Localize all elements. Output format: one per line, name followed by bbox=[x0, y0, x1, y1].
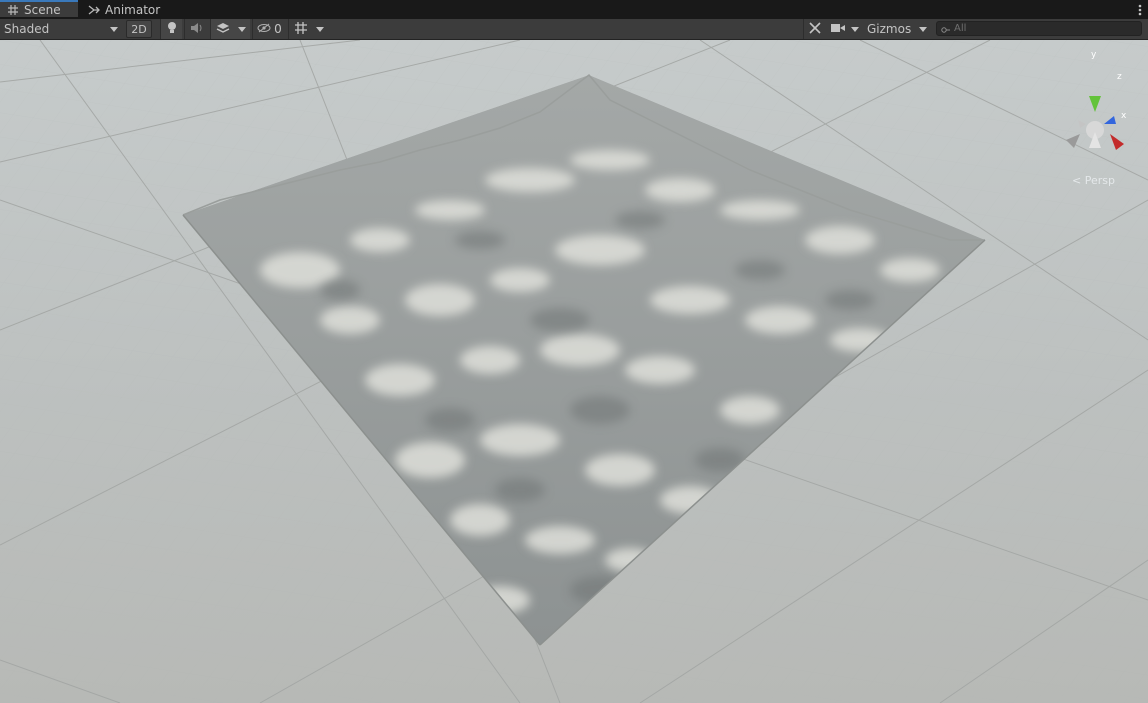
eye-hidden-icon bbox=[257, 22, 271, 36]
search-box[interactable] bbox=[936, 21, 1142, 36]
search-icon bbox=[941, 19, 951, 38]
chevron-down-icon bbox=[919, 26, 927, 32]
grid-toggle-button[interactable] bbox=[288, 19, 312, 39]
axis-label-x: x bbox=[1121, 111, 1127, 121]
shading-mode-dropdown[interactable]: Shaded bbox=[0, 19, 122, 39]
speaker-icon bbox=[190, 22, 204, 37]
effects-toggle-button[interactable] bbox=[210, 19, 234, 39]
scene-viewport[interactable]: y z x < Persp bbox=[0, 40, 1148, 703]
axis-label-y: y bbox=[1091, 50, 1097, 60]
effects-dropdown[interactable] bbox=[234, 19, 250, 39]
camera-icon bbox=[830, 22, 846, 36]
scene-render: y z x bbox=[0, 40, 1148, 703]
gizmos-dropdown[interactable]: Gizmos bbox=[863, 19, 931, 39]
layers-icon bbox=[216, 22, 230, 37]
scene-toolbar: Shaded 2D 0 Gizmos All bbox=[0, 19, 1148, 40]
more-options-icon[interactable] bbox=[1138, 2, 1142, 16]
audio-toggle-button[interactable] bbox=[184, 19, 208, 39]
scene-grid-icon bbox=[7, 4, 19, 16]
tab-animator[interactable]: Animator bbox=[84, 0, 160, 19]
camera-settings-dropdown[interactable] bbox=[827, 19, 861, 39]
tools-button[interactable] bbox=[803, 19, 825, 39]
tab-label: Scene bbox=[24, 2, 61, 17]
search-input[interactable] bbox=[951, 23, 1134, 34]
tab-label: Animator bbox=[105, 2, 161, 17]
chevron-down-icon bbox=[850, 26, 859, 32]
toggle-2d-button[interactable]: 2D bbox=[126, 20, 152, 38]
chevron-down-icon bbox=[238, 26, 246, 32]
grid-icon bbox=[294, 21, 308, 38]
grid-dropdown[interactable] bbox=[312, 19, 328, 39]
hidden-objects-toggle[interactable]: 0 bbox=[252, 19, 286, 39]
gizmos-label: Gizmos bbox=[867, 22, 912, 36]
projection-toggle[interactable]: < Persp bbox=[1072, 174, 1115, 187]
tab-bar: Scene Animator bbox=[0, 0, 1148, 20]
lightbulb-icon bbox=[166, 21, 178, 38]
chevron-down-icon bbox=[110, 26, 118, 32]
hidden-count: 0 bbox=[274, 22, 282, 36]
tools-icon bbox=[808, 21, 822, 38]
axis-label-z: z bbox=[1117, 72, 1122, 82]
shading-mode-label: Shaded bbox=[4, 22, 50, 36]
chevron-down-icon bbox=[316, 26, 324, 32]
lighting-toggle-button[interactable] bbox=[160, 19, 182, 39]
animator-icon bbox=[88, 4, 100, 16]
tab-scene[interactable]: Scene bbox=[0, 0, 78, 17]
